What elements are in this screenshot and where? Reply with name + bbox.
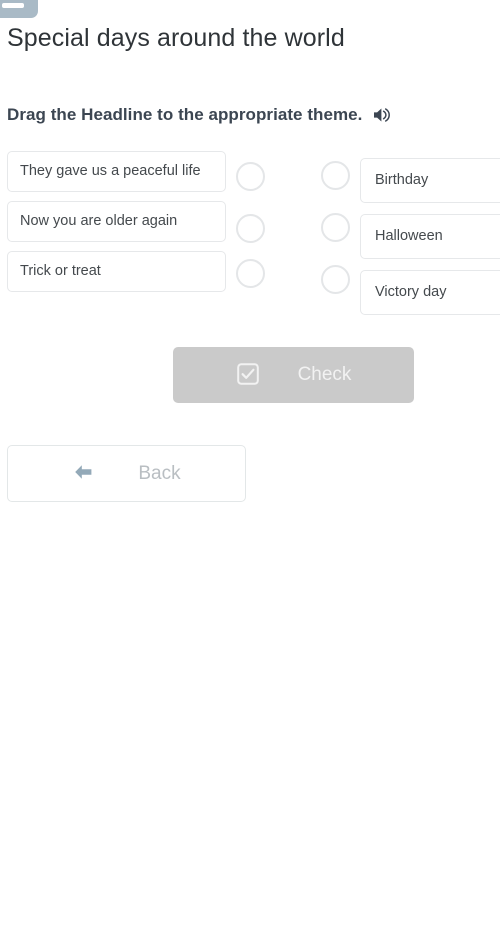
menu-chip-bar (2, 3, 24, 8)
headline-card[interactable]: They gave us a peaceful life (7, 151, 226, 192)
theme-drop-slots (321, 158, 351, 294)
theme-card[interactable]: Victory day (360, 270, 500, 315)
back-button-label: Back (138, 462, 181, 484)
theme-card[interactable]: Halloween (360, 214, 500, 259)
page-title: Special days around the world (7, 24, 345, 52)
headline-column: They gave us a peaceful life Now you are… (7, 151, 226, 301)
drop-slot[interactable] (236, 214, 265, 243)
instruction-row: Drag the Headline to the appropriate the… (7, 105, 392, 125)
matching-area: They gave us a peaceful life Now you are… (0, 151, 500, 315)
arrow-left-icon (72, 462, 96, 485)
check-button[interactable]: Check (173, 347, 414, 403)
checkbox-checked-icon (236, 362, 260, 389)
theme-column: Birthday Halloween Victory day (360, 158, 500, 326)
drop-slot[interactable] (236, 162, 265, 191)
drop-slot[interactable] (321, 265, 350, 294)
headline-card[interactable]: Trick or treat (7, 251, 226, 292)
check-button-label: Check (297, 364, 352, 385)
theme-card[interactable]: Birthday (360, 158, 500, 203)
speaker-icon[interactable] (372, 105, 392, 125)
headline-drop-slots (236, 151, 266, 288)
headline-card[interactable]: Now you are older again (7, 201, 226, 242)
instruction-text: Drag the Headline to the appropriate the… (7, 105, 363, 124)
drop-slot[interactable] (321, 161, 350, 190)
back-button[interactable]: Back (7, 445, 246, 502)
menu-chip-icon[interactable] (0, 0, 38, 18)
drop-slot[interactable] (321, 213, 350, 242)
drop-slot[interactable] (236, 259, 265, 288)
